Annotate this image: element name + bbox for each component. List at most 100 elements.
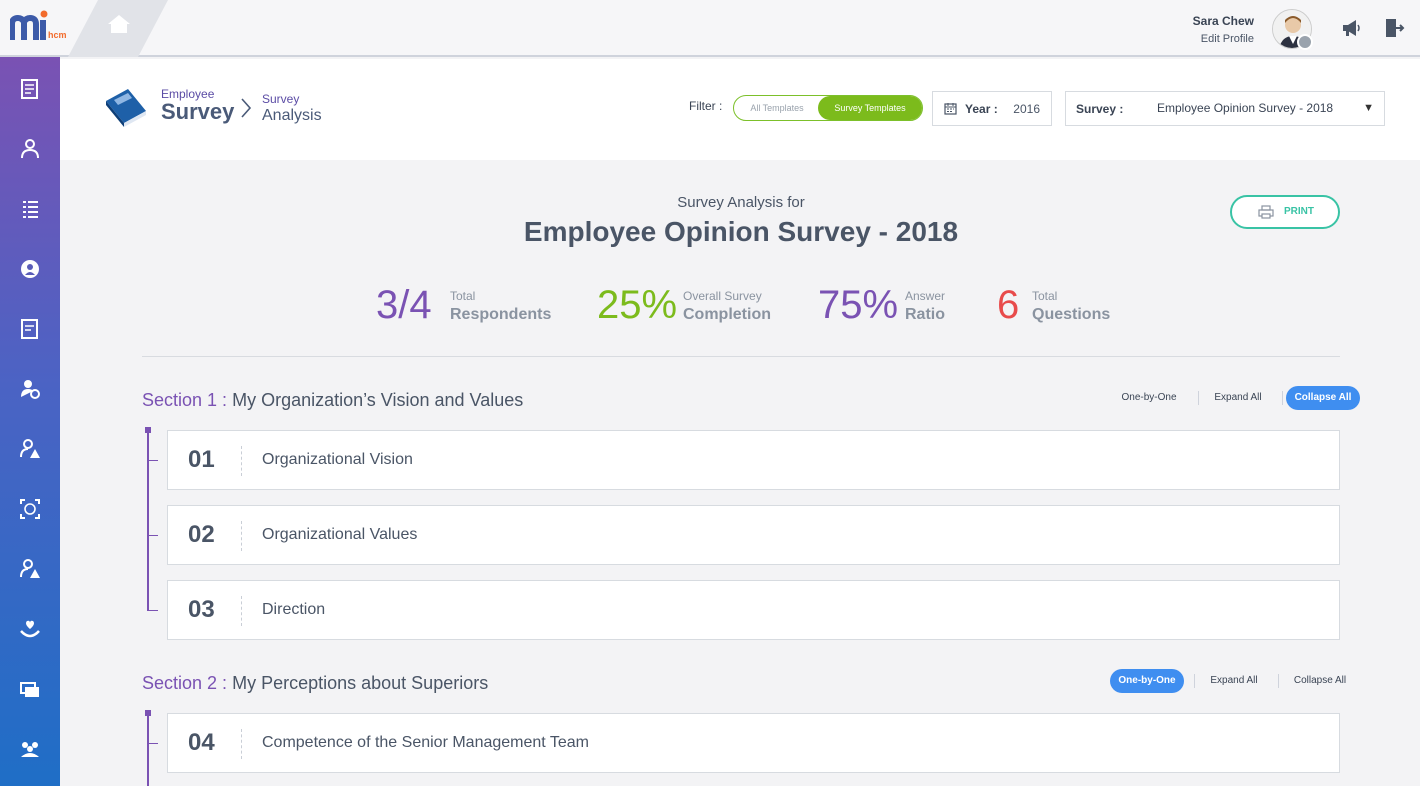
stat-value: 3/4 [376,283,432,327]
expand-all-button[interactable]: Expand All [1202,386,1274,410]
tree-tick [148,535,158,536]
question-separator [241,729,242,759]
stat-big-label: Completion [683,306,771,323]
section-number: Section 2 : [142,673,228,693]
question-row[interactable]: 02 Organizational Values [167,505,1340,565]
user-settings-icon[interactable] [18,377,42,401]
stat-big-label: Respondents [450,306,552,323]
tree-tick [148,743,158,744]
question-separator [241,596,242,626]
print-button[interactable]: PRINT [1230,195,1340,229]
year-value: 2016 [1013,102,1040,116]
section-1-title: Section 1 : My Organization’s Vision and… [142,390,523,411]
top-bar: hcm Sara Chew Edit Profile [0,0,1420,57]
user-info[interactable]: Sara Chew Edit Profile [1193,12,1254,45]
breadcrumb-page: Survey Analysis [262,92,322,125]
stat-small-label: Total [450,289,476,303]
caret-down-icon: ▼ [1363,102,1374,114]
calendar-icon [944,103,957,115]
tree-tick [148,460,158,461]
question-row[interactable]: 04 Competence of the Senior Management T… [167,713,1340,773]
user-warning-icon[interactable] [18,557,42,581]
megaphone-icon[interactable] [1340,17,1362,39]
page-header: Employee Survey Survey Analysis Filter :… [60,59,1420,160]
payslip-icon[interactable] [18,677,42,701]
filter-option-survey-templates[interactable]: Survey Templates [818,96,922,120]
section-name: My Organization’s Vision and Values [232,390,524,410]
control-separator [1282,391,1283,405]
profile-icon[interactable] [18,257,42,281]
filter-label: Filter : [689,99,723,113]
breadcrumb-module[interactable]: Employee Survey [161,87,234,125]
control-separator [1194,674,1195,688]
tree-line [147,713,149,786]
stat-big-label: Ratio [905,306,945,323]
main-content: Survey Analysis for Employee Opinion Sur… [60,160,1420,786]
question-row[interactable]: 03 Direction [167,580,1340,640]
control-separator [1198,391,1199,405]
print-label: PRINT [1284,206,1314,217]
question-number: 04 [188,729,215,756]
svg-text:hcm: hcm [48,30,66,40]
stat-value: 6 [997,283,1020,327]
stat-small-label: Total [1032,289,1058,303]
question-number: 01 [188,446,215,473]
divider [142,356,1340,357]
year-label: Year : [965,102,998,116]
question-text: Direction [262,601,326,618]
notes-icon[interactable] [18,317,42,341]
stat-small-label: Overall Survey [683,289,762,303]
year-select[interactable]: Year : 2016 [932,91,1052,126]
analysis-title: Employee Opinion Survey - 2018 [523,216,959,247]
question-number: 03 [188,596,215,623]
section-2-view-controls: One-by-One Expand All Collapse All [1110,669,1346,693]
care-icon[interactable] [18,617,42,641]
collapse-all-button[interactable]: Collapse All [1286,386,1360,410]
survey-book-icon [106,89,146,127]
user-alert-icon[interactable] [18,437,42,461]
stat-value: 25% [597,283,678,327]
team-icon[interactable] [18,737,42,761]
section-number: Section 1 : [142,390,228,410]
filter-option-all-templates[interactable]: All Templates [734,96,820,120]
question-number: 02 [188,521,215,548]
collapse-all-button[interactable]: Collapse All [1282,669,1358,693]
template-filter-toggle[interactable]: All Templates Survey Templates [733,95,923,121]
stat-big-label: Questions [1032,306,1111,323]
question-text: Organizational Values [262,526,418,543]
one-by-one-button[interactable]: One-by-One [1110,669,1184,693]
analysis-subtitle: Survey Analysis for [677,194,805,211]
tree-tick [148,610,158,611]
list-icon[interactable] [18,197,42,221]
question-text: Competence of the Senior Management Team [262,734,590,751]
question-separator [241,446,242,476]
edit-profile-link[interactable]: Edit Profile [1193,33,1254,45]
question-separator [241,521,242,551]
control-separator [1278,674,1279,688]
breadcrumb-page-big: Analysis [262,107,322,124]
printer-icon [1258,205,1274,219]
stat-small-label: Answer [905,289,946,303]
survey-label: Survey : [1076,102,1124,116]
breadcrumb-page-small: Survey [262,92,300,106]
question-row[interactable]: 01 Organizational Vision [167,430,1340,490]
expand-all-button[interactable]: Expand All [1198,669,1270,693]
survey-select[interactable]: Survey : Employee Opinion Survey - 2018 … [1065,91,1385,126]
app-logo[interactable]: hcm [10,10,66,46]
one-by-one-button[interactable]: One-by-One [1110,386,1188,410]
manager-icon[interactable] [18,137,42,161]
avatar-settings-icon[interactable] [1297,34,1313,50]
survey-value: Employee Opinion Survey - 2018 [1157,101,1334,115]
question-text: Organizational Vision [262,451,413,468]
tree-line [147,430,149,611]
home-tab[interactable] [68,0,168,57]
document-icon[interactable] [18,77,42,101]
breadcrumb-chevron-icon [241,98,252,118]
sidebar [0,57,60,786]
section-2-title: Section 2 : My Perceptions about Superio… [142,673,488,694]
section-1-view-controls: One-by-One Expand All Collapse All [1110,386,1360,410]
fingerprint-icon[interactable] [18,497,42,521]
user-name: Sara Chew [1192,14,1254,28]
logout-icon[interactable] [1383,17,1405,39]
stat-value: 75% [818,283,899,327]
